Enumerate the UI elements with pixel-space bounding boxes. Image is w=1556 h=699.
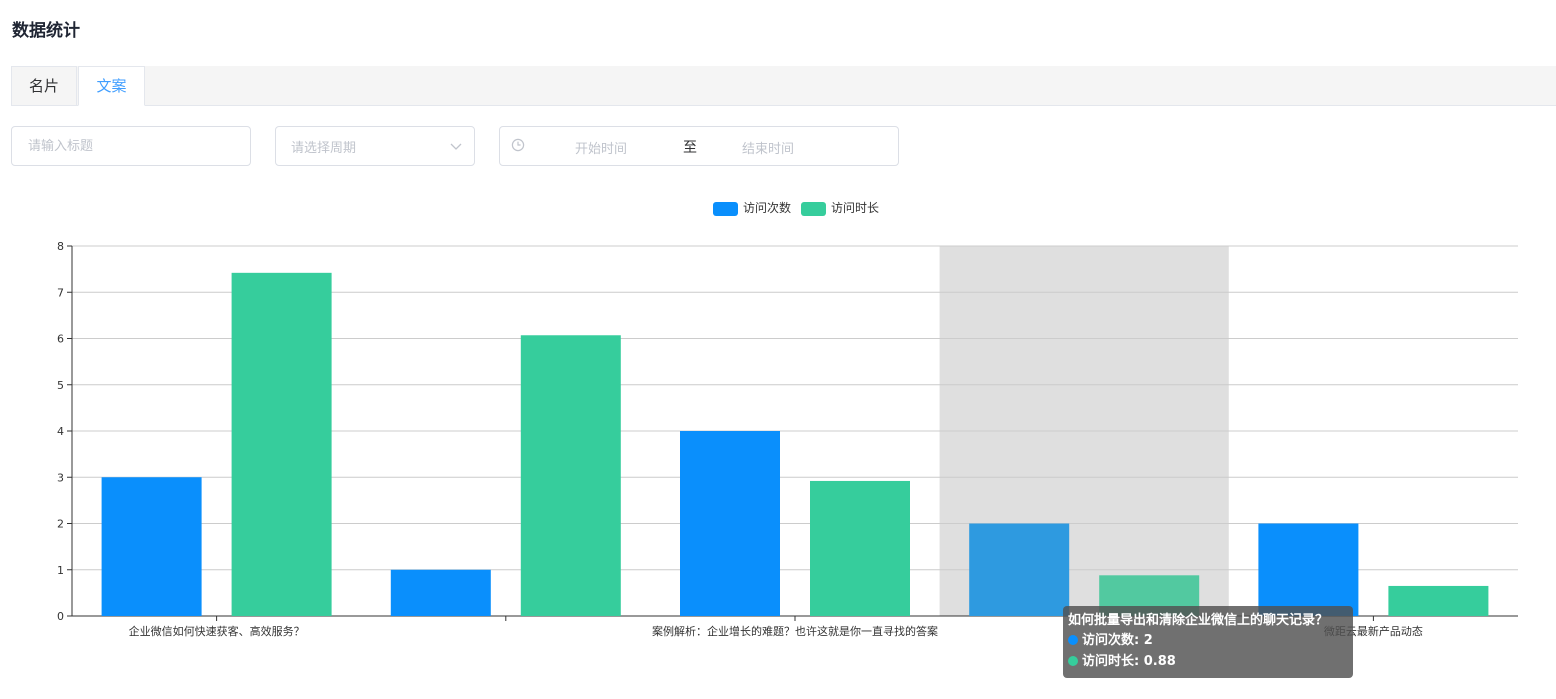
y-tick-label: 5 [57,379,64,392]
bar-visits [969,523,1070,616]
bar-visits [680,431,780,616]
y-tick-label: 1 [57,564,64,577]
x-tick-label: 案例解析：企业增长的难题？也许这就是你一直寻找的答案 [652,624,938,638]
y-tick-label: 3 [57,471,64,484]
chart-tooltip: 如何批量导出和清除企业微信上的聊天记录？ 访问次数: 2 访问时长: 0.88 [1063,606,1353,678]
tooltip-row-duration: 访问时长: 0.88 [1068,651,1348,672]
y-tick-label: 6 [57,333,64,346]
bar-visits [1258,523,1359,616]
tooltip-title: 如何批量导出和清除企业微信上的聊天记录？ [1068,613,1329,628]
tooltip-dot-visits [1068,635,1078,645]
y-tick-label: 7 [57,286,64,299]
bar-chart: 0 1 2 3 4 5 6 7 8 企业微信如何快速获客、高效服务？ 案例解析：企业增长的难题？也许… [57,240,1518,638]
bar-visits [101,477,202,616]
bar-duration [231,272,332,616]
y-tick-label: 8 [57,240,64,253]
bar-duration [1388,585,1489,616]
bar-duration [520,335,621,616]
y-tick-label: 0 [57,610,64,623]
tooltip-row-visits: 访问次数: 2 [1068,630,1348,651]
y-tick-label: 4 [57,425,64,438]
tooltip-value-visits: 访问次数: 2 [1082,633,1153,648]
bar-duration [810,480,910,616]
bar-visits [390,569,491,616]
y-tick-label: 2 [57,518,64,531]
x-tick-label: 企业微信如何快速获客、高效服务？ [129,624,305,638]
tooltip-value-duration: 访问时长: 0.88 [1082,654,1176,669]
tooltip-dot-duration [1068,656,1078,666]
